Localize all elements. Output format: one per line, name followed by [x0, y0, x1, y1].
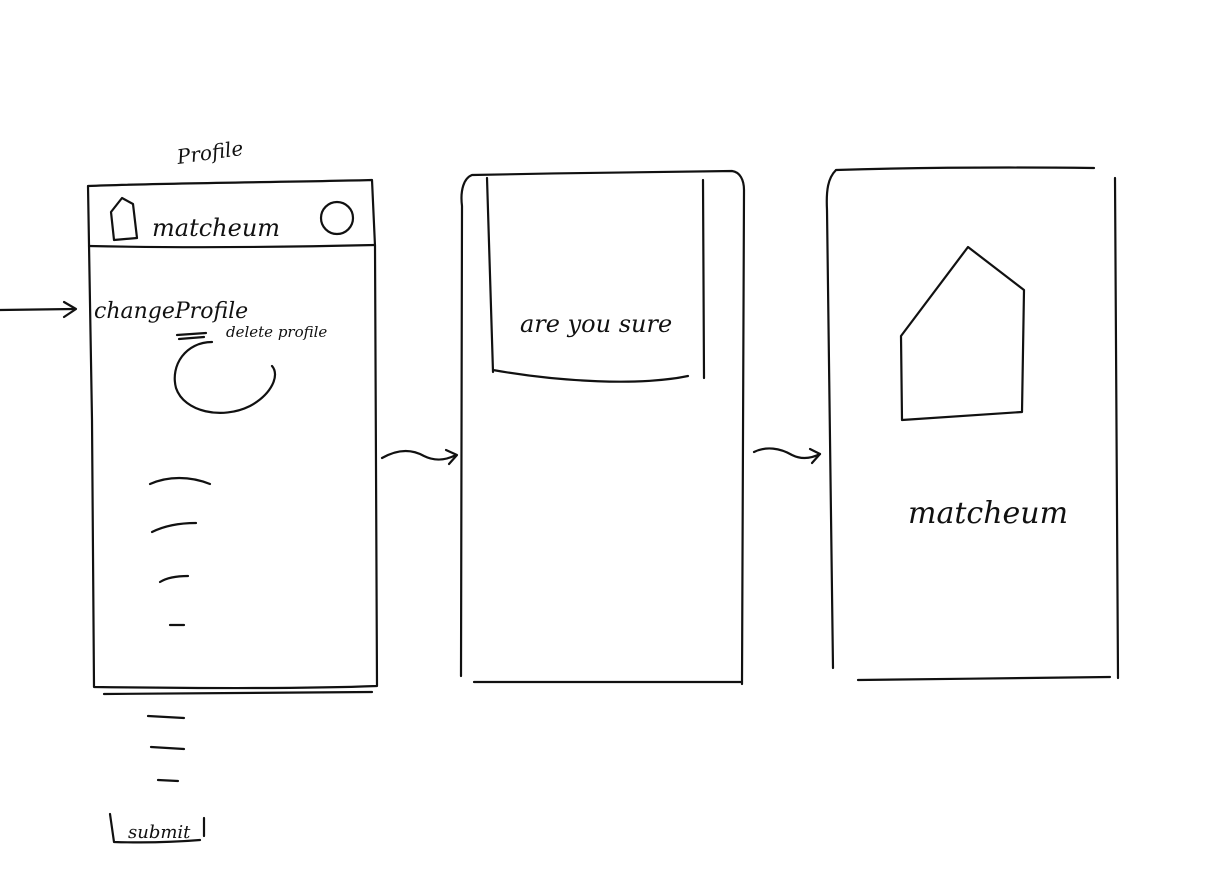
- form-field-line[interactable]: [149, 745, 186, 751]
- header-app-name: matcheum: [152, 214, 280, 242]
- confirm-dialog: are you sure: [485, 176, 706, 383]
- submit-button[interactable]: submit: [108, 812, 206, 844]
- landing-app-name: matcheum: [908, 496, 1068, 531]
- profile-avatar-icon[interactable]: [319, 200, 355, 236]
- change-profile-link[interactable]: changeProfile: [94, 299, 248, 324]
- wireframe-sketch: Profile matcheum changeProfile delete pr…: [0, 136, 1120, 844]
- flow-arrow-shaft: [380, 449, 458, 461]
- profile-screen-bottom-line: [102, 690, 374, 696]
- form-field-line[interactable]: [146, 714, 186, 720]
- delete-profile-link[interactable]: delete profile: [226, 323, 327, 341]
- landing-screen-frame: [825, 166, 1120, 682]
- profile-screen-frame: [86, 178, 379, 690]
- confirm-screen: [459, 169, 746, 686]
- landing-screen: [825, 166, 1120, 682]
- confirm-screen-frame: [459, 169, 746, 686]
- confirm-dialog-frame: [485, 176, 706, 383]
- form-field-line[interactable]: [156, 778, 180, 783]
- form-field-line[interactable]: [150, 521, 198, 534]
- submit-label: submit: [128, 822, 191, 843]
- profile-screen: [86, 178, 379, 696]
- entry-arrow-shaft: [0, 307, 76, 312]
- form-field-line[interactable]: [158, 574, 190, 584]
- house-logo-icon: [899, 245, 1026, 422]
- scribble-mark: [175, 331, 208, 341]
- form-field-line[interactable]: [148, 476, 212, 486]
- profile-header: matcheum: [109, 196, 355, 242]
- profile-photo-placeholder[interactable]: [173, 340, 277, 414]
- profile-screen-title: Profile: [174, 136, 244, 169]
- profile-header-divider: [87, 243, 377, 249]
- confirm-dialog-text: are you sure: [520, 310, 672, 338]
- house-logo-icon: [109, 196, 139, 242]
